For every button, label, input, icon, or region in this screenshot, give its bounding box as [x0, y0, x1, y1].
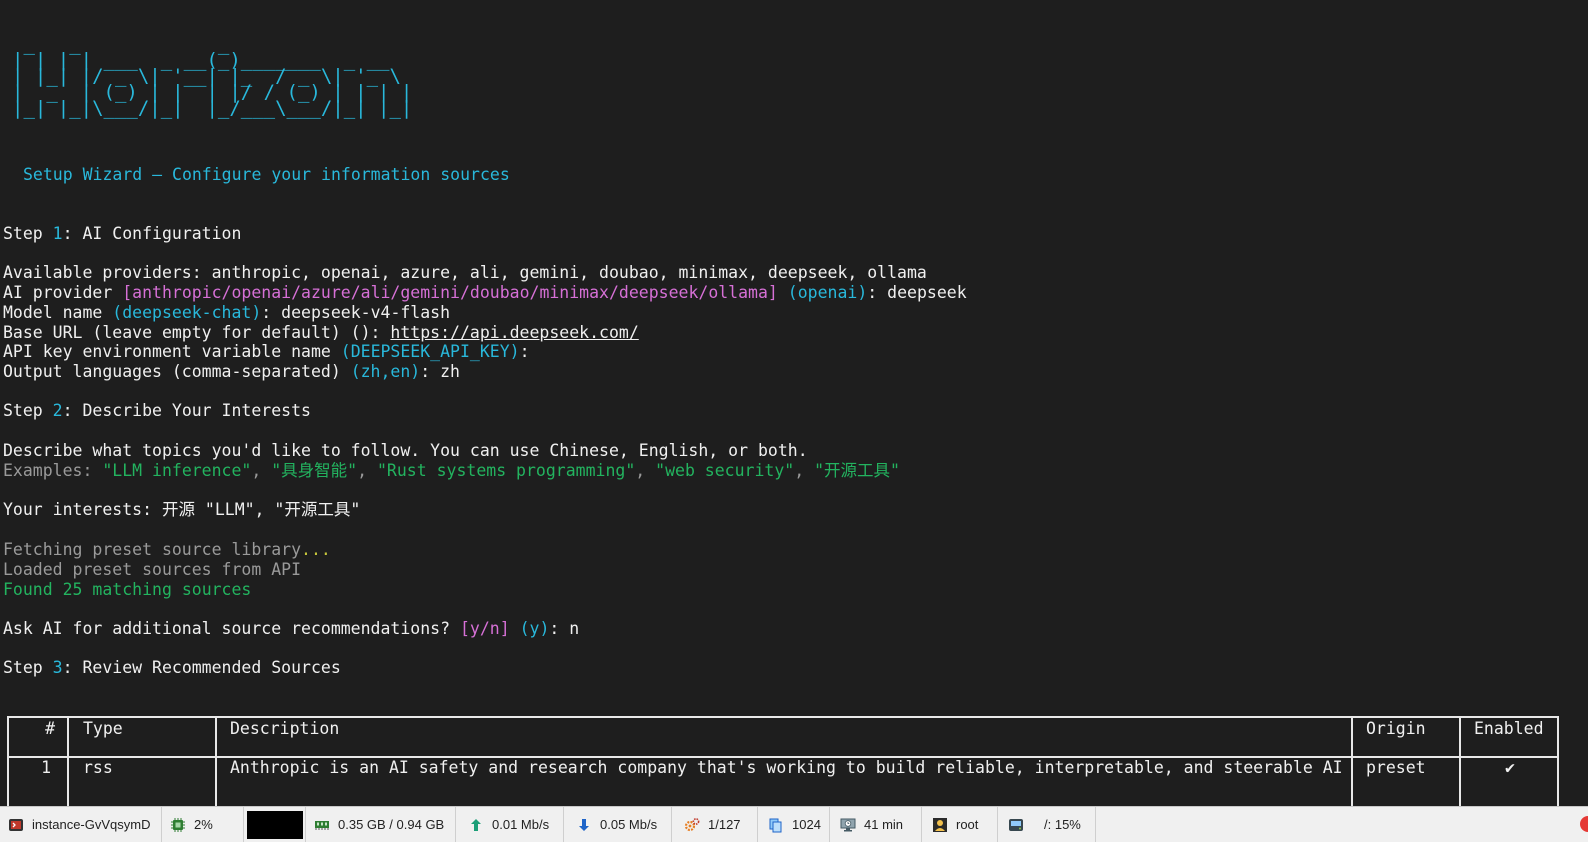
- status-files[interactable]: 1024: [758, 807, 830, 842]
- column-header-number: #: [45, 719, 55, 738]
- step-2-heading: Step 2: Describe Your Interests: [3, 401, 311, 420]
- column-header-type: Type: [83, 719, 123, 738]
- files-icon: [768, 817, 784, 833]
- terminal-window[interactable]: _ _ _ | | | | ___ _ __(_)_______ _ __ | …: [0, 0, 1588, 806]
- column-header-enabled: Enabled: [1474, 719, 1544, 738]
- interests-answer: 开源 "LLM", "开源工具": [161, 500, 361, 519]
- disk-icon: [1008, 817, 1024, 833]
- status-processes[interactable]: 1/127: [672, 807, 758, 842]
- sources-table: # Type Description Origin Enabled 1 rss …: [7, 716, 1559, 806]
- column-header-origin: Origin: [1366, 719, 1426, 738]
- terminal-app-icon: [8, 817, 24, 833]
- step-1-heading: Step 1: AI Configuration: [3, 224, 242, 243]
- baseurl-link[interactable]: https://api.deepseek.com/: [390, 323, 638, 342]
- provider-prompt: AI provider [anthropic/openai/azure/ali/…: [3, 283, 967, 302]
- table-divider: [215, 718, 217, 806]
- provider-answer: deepseek: [887, 283, 967, 302]
- row-number: 1: [41, 758, 51, 777]
- gears-icon: [684, 817, 700, 833]
- row-type: rss: [83, 758, 113, 777]
- download-arrow-icon: [576, 817, 592, 833]
- ask-ai-answer: n: [569, 619, 580, 638]
- cpu-graph: [244, 807, 306, 842]
- row-origin: preset: [1366, 758, 1426, 777]
- examples-line: Examples: "LLM inference", "具身智能", "Rust…: [3, 461, 900, 480]
- providers-line: Available providers: anthropic, openai, …: [3, 263, 927, 282]
- model-answer: deepseek-v4-flash: [281, 303, 451, 322]
- cpu-graph-panel: [247, 810, 303, 839]
- baseurl-prompt: Base URL (leave empty for default) (): h…: [3, 323, 639, 342]
- status-uptime[interactable]: 41 min: [830, 807, 922, 842]
- model-prompt: Model name (deepseek-chat): deepseek-v4-…: [3, 303, 451, 322]
- horizon-ascii-logo: _ _ _ | | | | ___ _ __(_)_______ _ __ | …: [12, 33, 413, 119]
- table-divider: [1351, 718, 1353, 806]
- cpu-chip-icon: [170, 817, 186, 833]
- fetching-line: Fetching preset source library...: [3, 540, 331, 559]
- user-icon: [932, 817, 948, 833]
- interests-prompt: Your interests: 开源 "LLM", "开源工具": [3, 500, 361, 519]
- found-line: Found 25 matching sources: [3, 580, 252, 599]
- status-user[interactable]: root: [922, 807, 998, 842]
- status-cpu[interactable]: 2%: [162, 807, 244, 842]
- languages-prompt: Output languages (comma-separated) (zh,e…: [3, 362, 460, 381]
- status-memory[interactable]: 0.35 GB / 0.94 GB: [306, 807, 456, 842]
- step-3-heading: Step 3: Review Recommended Sources: [3, 658, 341, 677]
- ask-ai-prompt: Ask AI for additional source recommendat…: [3, 619, 580, 638]
- wizard-subtitle: Setup Wizard — Configure your informatio…: [23, 165, 510, 184]
- languages-answer: zh: [440, 362, 460, 381]
- status-upload[interactable]: 0.01 Mb/s: [456, 807, 564, 842]
- describe-line: Describe what topics you'd like to follo…: [3, 441, 808, 460]
- column-header-description: Description: [230, 719, 340, 738]
- monitor-clock-icon: [840, 817, 856, 833]
- status-disk[interactable]: /: 15%: [998, 807, 1096, 842]
- status-download[interactable]: 0.05 Mb/s: [564, 807, 672, 842]
- apikey-prompt: API key environment variable name (DEEPS…: [3, 342, 530, 361]
- row-enabled-checkmark[interactable]: ✔: [1461, 758, 1559, 778]
- notification-dot-icon[interactable]: [1580, 816, 1588, 832]
- memory-module-icon: [314, 817, 330, 833]
- table-divider: [67, 718, 69, 806]
- row-description: Anthropic is an AI safety and research c…: [230, 758, 1343, 777]
- upload-arrow-icon: [468, 817, 484, 833]
- status-bar: instance-GvVqsymD 2% 0.35 GB / 0.94 GB 0…: [0, 806, 1588, 842]
- loaded-line: Loaded preset sources from API: [3, 560, 302, 579]
- status-instance[interactable]: instance-GvVqsymD: [0, 807, 162, 842]
